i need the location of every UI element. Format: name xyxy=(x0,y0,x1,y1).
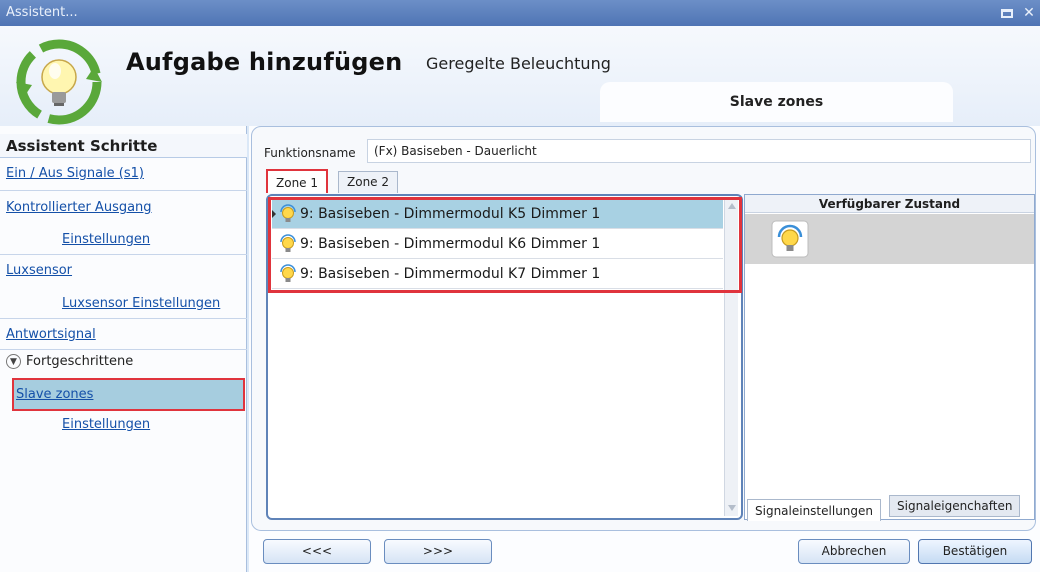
divider xyxy=(0,318,247,319)
advanced-section-toggle[interactable]: ▼ Fortgeschrittene xyxy=(6,354,133,369)
sidebar-item-advanced-settings[interactable]: Einstellungen xyxy=(62,417,150,432)
list-item[interactable]: 9: Basiseben - Dimmermodul K5 Dimmer 1 xyxy=(272,200,723,229)
window-controls: ✕ xyxy=(996,0,1040,26)
sidebar-item-slave-zones[interactable]: Slave zones xyxy=(12,378,245,411)
divider xyxy=(0,349,247,350)
divider xyxy=(0,190,247,191)
cancel-button[interactable]: Abbrechen xyxy=(798,539,910,564)
row-pointer-icon xyxy=(272,210,276,218)
maximize-icon xyxy=(1001,8,1013,18)
light-bulb-icon xyxy=(280,204,296,222)
list-item-label: 9: Basiseben - Dimmermodul K7 Dimmer 1 xyxy=(300,266,601,282)
close-button[interactable]: ✕ xyxy=(1018,0,1040,26)
available-state-row xyxy=(745,214,1034,264)
window-titlebar: Assistent... ✕ xyxy=(0,0,1040,26)
available-state-heading: Verfügbarer Zustand xyxy=(745,195,1034,213)
next-button[interactable]: >>> xyxy=(384,539,492,564)
list-item-label: 9: Basiseben - Dimmermodul K6 Dimmer 1 xyxy=(300,236,601,252)
chevron-down-icon: ▼ xyxy=(6,354,21,369)
confirm-button[interactable]: Bestätigen xyxy=(918,539,1032,564)
main-content: Funktionsname (Fx) Basiseben - Dauerlich… xyxy=(249,126,1040,572)
wizard-steps-sidebar: Assistent Schritte Ein / Aus Signale (s1… xyxy=(0,126,247,572)
back-button[interactable]: <<< xyxy=(263,539,371,564)
window-title: Assistent... xyxy=(6,5,78,20)
sidebar-item-luxsensor[interactable]: Luxsensor xyxy=(6,263,72,278)
page-subtitle: Geregelte Beleuchtung xyxy=(426,54,611,73)
list-item-label: 9: Basiseben - Dimmermodul K5 Dimmer 1 xyxy=(300,206,601,222)
light-bulb-icon xyxy=(280,264,296,282)
list-item[interactable]: 9: Basiseben - Dimmermodul K7 Dimmer 1 xyxy=(272,260,723,289)
sidebar-item-output-settings[interactable]: Einstellungen xyxy=(62,232,150,247)
light-bulb-icon xyxy=(280,234,296,252)
sidebar-item-output[interactable]: Kontrollierter Ausgang xyxy=(6,200,152,215)
tab-zone-1[interactable]: Zone 1 xyxy=(266,169,328,193)
vertical-scrollbar[interactable] xyxy=(724,198,738,516)
advanced-label: Fortgeschrittene xyxy=(26,354,134,369)
light-bulb-cycle-logo xyxy=(16,39,102,125)
sidebar-item-response[interactable]: Antwortsignal xyxy=(6,327,96,342)
function-name-field[interactable]: (Fx) Basiseben - Dauerlicht xyxy=(367,139,1031,163)
tab-slave-zones[interactable]: Slave zones xyxy=(600,82,953,122)
scroll-up-icon[interactable] xyxy=(728,203,736,209)
zone-device-list: 9: Basiseben - Dimmermodul K5 Dimmer 1 9… xyxy=(266,194,743,520)
available-state-panel: Verfügbarer Zustand Signaleinstellungen … xyxy=(744,194,1035,521)
sidebar-heading: Assistent Schritte xyxy=(0,134,247,158)
function-name-label: Funktionsname xyxy=(264,146,356,160)
wizard-header: Aufgabe hinzufügen Geregelte Beleuchtung… xyxy=(0,26,1040,126)
light-bulb-icon[interactable] xyxy=(771,220,809,258)
list-item[interactable]: 9: Basiseben - Dimmermodul K6 Dimmer 1 xyxy=(272,230,723,259)
sidebar-item-signals[interactable]: Ein / Aus Signale (s1) xyxy=(6,166,144,181)
sidebar-item-luxsensor-settings[interactable]: Luxsensor Einstellungen xyxy=(62,296,220,311)
page-title: Aufgabe hinzufügen xyxy=(126,48,403,76)
tab-signal-settings[interactable]: Signaleinstellungen xyxy=(747,499,882,521)
scroll-down-icon[interactable] xyxy=(728,505,736,511)
close-icon: ✕ xyxy=(1023,5,1035,21)
maximize-button[interactable] xyxy=(996,0,1018,26)
divider xyxy=(0,254,247,255)
tab-signal-properties[interactable]: Signaleigenchaften xyxy=(889,495,1021,517)
sidebar-item-label: Slave zones xyxy=(16,387,94,402)
tab-zone-2[interactable]: Zone 2 xyxy=(338,171,398,193)
slave-zones-panel: Funktionsname (Fx) Basiseben - Dauerlich… xyxy=(251,126,1036,531)
